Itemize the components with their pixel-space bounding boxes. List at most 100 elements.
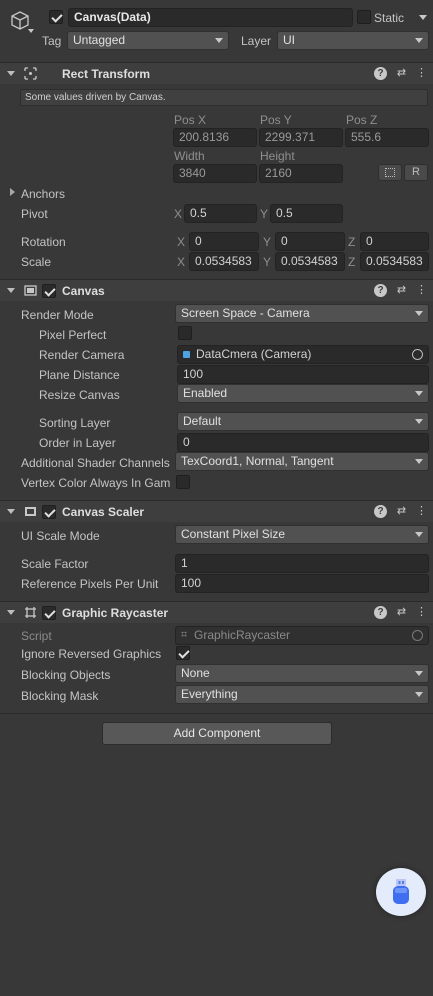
layer-value: UI: [283, 33, 295, 47]
static-toggle[interactable]: [357, 10, 371, 24]
tag-label: Tag: [42, 34, 62, 48]
fold-arrow-icon[interactable]: [7, 71, 15, 76]
canvas-scaler-header[interactable]: Canvas Scaler ? ⇄ ⋮: [0, 500, 433, 522]
add-component-button[interactable]: Add Component: [102, 722, 332, 745]
render-mode-label: Render Mode: [21, 308, 94, 322]
tag-dropdown[interactable]: Untagged: [67, 31, 229, 50]
canvas-enabled-toggle[interactable]: [42, 284, 56, 298]
render-camera-value: DataCmera (Camera): [196, 347, 312, 361]
pos-y-field[interactable]: 2299.371: [259, 128, 343, 147]
plane-distance-label: Plane Distance: [39, 368, 120, 382]
render-mode-value: Screen Space - Camera: [181, 306, 310, 320]
render-camera-field[interactable]: DataCmera (Camera): [177, 345, 429, 364]
ui-scale-mode-label: UI Scale Mode: [21, 529, 100, 543]
height-field[interactable]: 2160: [259, 164, 343, 183]
camera-icon: [183, 351, 190, 358]
plane-distance-field[interactable]: 100: [177, 365, 429, 384]
canvas-header[interactable]: Canvas ? ⇄ ⋮: [0, 279, 433, 301]
raw-edit-button[interactable]: R: [404, 164, 428, 181]
blocking-objects-dropdown[interactable]: None: [175, 664, 429, 683]
rotation-label: Rotation: [21, 235, 66, 249]
context-menu-icon[interactable]: ⋮: [415, 284, 428, 297]
pos-z-field[interactable]: 555.6: [345, 128, 429, 147]
scale-z-label: Z: [348, 255, 356, 269]
rot-z-field[interactable]: 0: [360, 232, 429, 251]
active-toggle[interactable]: [49, 10, 63, 24]
static-dropdown-arrow[interactable]: [419, 15, 427, 20]
object-name-field[interactable]: Canvas(Data): [68, 8, 353, 27]
shader-channels-dropdown[interactable]: TexCoord1, Normal, Tangent: [175, 452, 429, 471]
pos-x-field[interactable]: 200.8136: [173, 128, 257, 147]
blocking-mask-dropdown[interactable]: Everything: [175, 685, 429, 704]
pixel-perfect-checkbox[interactable]: [178, 326, 192, 340]
gameobject-icon-dropdown[interactable]: [28, 29, 34, 33]
rect-transform-header[interactable]: Rect Transform ? ⇄ ⋮: [0, 62, 433, 84]
pivot-y-field[interactable]: 0.5: [270, 204, 343, 223]
scale-x-field[interactable]: 0.0534583: [189, 252, 259, 271]
context-menu-icon[interactable]: ⋮: [415, 67, 428, 80]
scale-label: Scale: [21, 255, 52, 269]
rect-transform-icon: [24, 67, 37, 80]
ref-pixels-field[interactable]: 100: [175, 574, 429, 593]
rot-y-label: Y: [263, 235, 272, 249]
script-value: GraphicRaycaster: [194, 628, 291, 642]
order-in-layer-field[interactable]: 0: [177, 433, 429, 452]
fold-arrow-icon[interactable]: [7, 509, 15, 514]
resize-canvas-dropdown[interactable]: Enabled: [177, 384, 429, 403]
canvas-scaler-enabled-toggle[interactable]: [42, 505, 56, 519]
layer-dropdown[interactable]: UI: [277, 31, 429, 50]
fold-arrow-icon[interactable]: [7, 288, 15, 293]
pivot-x-label: X: [174, 207, 183, 221]
pos-z-label: Pos Z: [346, 113, 378, 127]
anchors-label[interactable]: Anchors: [21, 187, 65, 201]
order-in-layer-label: Order in Layer: [39, 436, 116, 450]
render-camera-label: Render Camera: [39, 348, 125, 362]
presets-icon[interactable]: ⇄: [395, 606, 408, 619]
scale-y-field[interactable]: 0.0534583: [275, 252, 345, 271]
pos-x-label: Pos X: [174, 113, 207, 127]
graphic-raycaster-header[interactable]: Graphic Raycaster ? ⇄ ⋮: [0, 601, 433, 623]
help-icon[interactable]: ?: [374, 606, 387, 619]
presets-icon[interactable]: ⇄: [395, 284, 408, 297]
fold-arrow-icon[interactable]: [7, 610, 15, 615]
floating-assistant-button[interactable]: [376, 868, 426, 916]
vertex-color-checkbox[interactable]: [176, 475, 190, 489]
components-end-divider: [0, 713, 433, 714]
canvas-scaler-title: Canvas Scaler: [62, 505, 145, 519]
ignore-reversed-label: Ignore Reversed Graphics: [21, 647, 162, 661]
driven-info-box: Some values driven by Canvas.: [20, 89, 428, 106]
rot-y-field[interactable]: 0: [275, 232, 345, 251]
blueprint-mode-button[interactable]: [378, 164, 402, 181]
pos-y-label: Pos Y: [260, 113, 292, 127]
blocking-objects-label: Blocking Objects: [21, 668, 111, 682]
object-picker-icon[interactable]: [412, 349, 423, 360]
context-menu-icon[interactable]: ⋮: [415, 505, 428, 518]
presets-icon[interactable]: ⇄: [395, 67, 408, 80]
shader-channels-label: Additional Shader Channels: [21, 456, 170, 470]
graphic-raycaster-enabled-toggle[interactable]: [42, 606, 56, 620]
resize-canvas-label: Resize Canvas: [39, 388, 120, 402]
ignore-reversed-checkbox[interactable]: [176, 646, 190, 660]
scale-z-field[interactable]: 0.0534583: [360, 252, 429, 271]
help-icon[interactable]: ?: [374, 284, 387, 297]
script-field: ⌗ GraphicRaycaster: [175, 626, 429, 645]
scale-factor-label: Scale Factor: [21, 557, 89, 571]
resize-canvas-value: Enabled: [183, 386, 228, 400]
rot-x-label: X: [177, 235, 186, 249]
sorting-layer-dropdown[interactable]: Default: [177, 412, 429, 431]
help-icon[interactable]: ?: [374, 67, 387, 80]
anchors-fold-arrow[interactable]: [10, 188, 15, 196]
ref-pixels-label: Reference Pixels Per Unit: [21, 577, 159, 591]
help-icon[interactable]: ?: [374, 505, 387, 518]
pivot-x-field[interactable]: 0.5: [184, 204, 257, 223]
render-mode-dropdown[interactable]: Screen Space - Camera: [175, 304, 429, 323]
context-menu-icon[interactable]: ⋮: [415, 606, 428, 619]
rot-x-field[interactable]: 0: [189, 232, 259, 251]
ui-scale-mode-dropdown[interactable]: Constant Pixel Size: [175, 525, 429, 544]
object-picker-icon: [412, 630, 423, 641]
blocking-objects-value: None: [181, 666, 210, 680]
width-field[interactable]: 3840: [173, 164, 257, 183]
width-label: Width: [174, 149, 205, 163]
presets-icon[interactable]: ⇄: [395, 505, 408, 518]
scale-factor-field[interactable]: 1: [175, 554, 429, 573]
